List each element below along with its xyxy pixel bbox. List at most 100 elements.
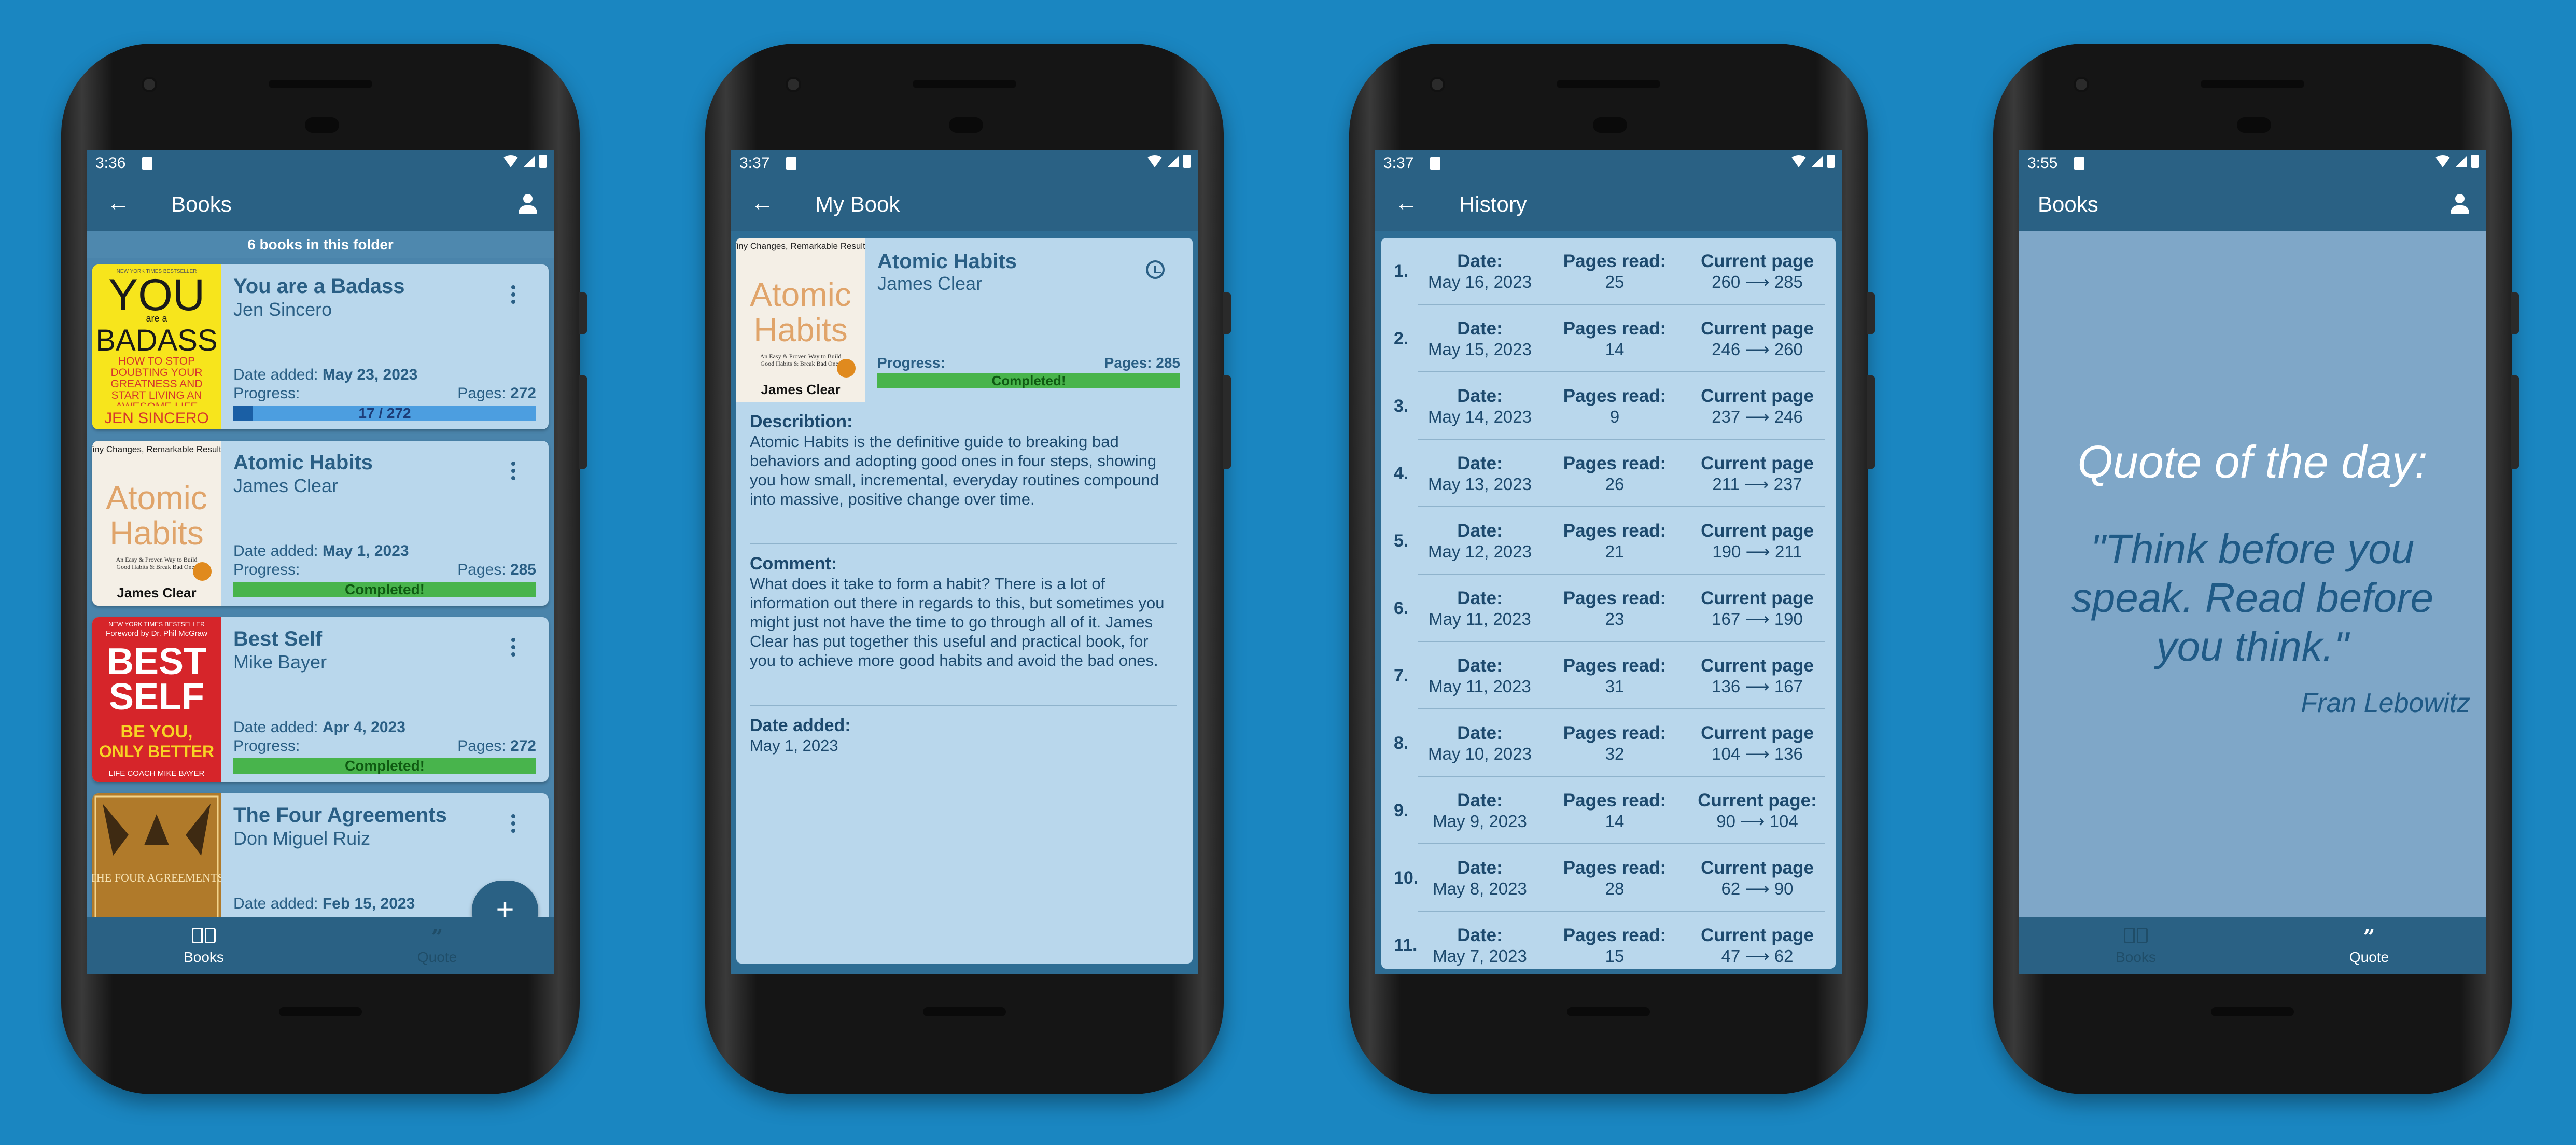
current-page-column: Current page 104 ⟶ 136 — [1687, 723, 1827, 764]
current-page-value: 211 ⟶ 237 — [1712, 474, 1802, 494]
phone-quote: 3:55 Books Quote of the day: "Think befo… — [1993, 44, 2519, 1094]
cover-top: NEW YORK TIMES BESTSELLER — [108, 621, 205, 628]
current-page-column: Current page 260 ⟶ 285 — [1687, 251, 1827, 292]
nav-quote[interactable]: ” Quote — [320, 926, 554, 966]
cover-tagline-1: BE YOU, — [120, 722, 192, 742]
cover-title-2: are a — [146, 313, 167, 324]
date-column: Date: May 9, 2023 — [1418, 790, 1542, 832]
progress-bar: Completed! — [233, 758, 536, 774]
account-icon[interactable] — [517, 194, 538, 215]
pages-value: 21 — [1605, 542, 1625, 561]
current-page-value: 260 ⟶ 285 — [1712, 272, 1803, 291]
current-page-column: Current page: 90 ⟶ 104 — [1687, 790, 1827, 832]
current-page-header: Current page: — [1698, 790, 1817, 811]
date-header: Date: — [1457, 858, 1503, 878]
progress-label: Progress: — [233, 737, 300, 755]
book-detail-card: Tiny Changes, Remarkable Results Atomic … — [736, 238, 1193, 964]
row-index: 7. — [1394, 666, 1409, 686]
nav-quote[interactable]: ” Quote — [2252, 926, 2486, 966]
nav-books[interactable]: Books — [87, 926, 320, 966]
bottom-speaker — [2211, 1007, 2294, 1016]
book-cover: Tiny Changes, Remarkable Results Atomic … — [92, 441, 221, 606]
bottom-speaker — [279, 1007, 362, 1016]
volume-button — [2511, 375, 2519, 469]
pages-count: Pages: 272 — [457, 385, 536, 402]
book-list: NEW YORK TIMES BESTSELLER YOU are a BADA… — [87, 258, 554, 958]
app-bar: ← My Book — [731, 176, 1198, 231]
quote-heading: Quote of the day: — [2077, 436, 2428, 487]
date-column: Date: May 14, 2023 — [1418, 386, 1542, 427]
page-title: Books — [2038, 192, 2098, 216]
nav-books[interactable]: Books — [2019, 926, 2252, 966]
history-icon[interactable] — [1146, 260, 1165, 279]
cover-tagline-2: ONLY BETTER — [99, 742, 214, 761]
back-arrow-icon[interactable]: ← — [1395, 192, 1418, 215]
book-card[interactable]: NEW YORK TIMES BESTSELLER YOU are a BADA… — [92, 264, 549, 429]
cover-title-2: Habits — [109, 514, 203, 552]
row-index: 5. — [1394, 531, 1409, 551]
date-value: May 13, 2023 — [1428, 474, 1532, 494]
sensor — [949, 117, 983, 133]
back-arrow-icon[interactable]: ← — [751, 192, 774, 215]
current-page-value: 246 ⟶ 260 — [1712, 340, 1803, 359]
book-icon — [2019, 926, 2252, 949]
cover-author: JEN SINCERO — [104, 410, 209, 427]
row-index: 3. — [1394, 396, 1409, 416]
power-button — [1223, 292, 1231, 334]
phone-books: 3:36 ← Books 6 books in this folder NEW … — [61, 44, 587, 1094]
more-vert-icon[interactable] — [511, 814, 515, 836]
book-card[interactable]: NEW YORK TIMES BESTSELLER Foreword by Dr… — [92, 617, 549, 782]
pages-column: Pages read: 14 — [1552, 318, 1677, 360]
pages-column: Pages read: 15 — [1552, 925, 1677, 967]
date-header: Date: — [1457, 655, 1503, 676]
comment-label: Comment: — [750, 554, 837, 574]
pages-count: Pages: 272 — [457, 737, 536, 755]
cover-subtitle: An Easy & Proven Way to Build Good Habit… — [760, 353, 842, 367]
more-vert-icon[interactable] — [511, 638, 515, 660]
date-header: Date: — [1457, 386, 1503, 406]
volume-button — [1223, 375, 1231, 469]
cover-title-2: SELF — [109, 676, 204, 718]
more-vert-icon[interactable] — [511, 462, 515, 483]
description-label: Describtion: — [750, 412, 853, 431]
signal-icon — [2456, 156, 2467, 167]
front-camera — [1430, 77, 1445, 92]
pages-column: Pages read: 32 — [1552, 723, 1677, 764]
wifi-icon — [502, 155, 520, 167]
current-page-value: 237 ⟶ 246 — [1712, 407, 1803, 426]
divider — [750, 705, 1177, 706]
book-author: Mike Bayer — [233, 651, 327, 673]
book-title: Atomic Habits — [233, 451, 373, 474]
history-row: 1. Date: May 16, 2023 Pages read: 25 Current … — [1381, 238, 1836, 305]
pages-value: 32 — [1605, 744, 1625, 763]
current-page-value: 62 ⟶ 90 — [1721, 879, 1794, 898]
power-button — [579, 292, 587, 334]
pages-column: Pages read: 23 — [1552, 588, 1677, 630]
nav-label: Quote — [417, 949, 457, 965]
more-vert-icon[interactable] — [511, 285, 515, 307]
comment-section: Comment: What does it take to form a hab… — [750, 554, 1177, 670]
signal-icon — [524, 156, 535, 167]
history-row: 5. Date: May 12, 2023 Pages read: 21 Current … — [1381, 507, 1836, 575]
pages-header: Pages read: — [1563, 655, 1667, 676]
folder-count: 6 books in this folder — [87, 231, 554, 258]
progress-bar: 17 / 272 — [233, 406, 536, 421]
volume-button — [1867, 375, 1875, 469]
book-cover: Tiny Changes, Remarkable Results Atomic … — [736, 238, 865, 402]
date-value: May 10, 2023 — [1428, 744, 1532, 763]
earpiece — [2201, 80, 2304, 88]
row-index: 1. — [1394, 261, 1409, 281]
battery-icon — [2471, 155, 2479, 168]
back-arrow-icon[interactable]: ← — [107, 192, 130, 215]
current-page-header: Current page — [1701, 251, 1814, 271]
comment-text: What does it take to form a habit? There… — [750, 575, 1165, 669]
app-bar: ← Books — [87, 176, 554, 231]
book-card[interactable]: Tiny Changes, Remarkable Results Atomic … — [92, 441, 549, 606]
date-column: Date: May 16, 2023 — [1418, 251, 1542, 292]
status-time: 3:37 — [1383, 155, 1414, 172]
quote-icon: ” — [2363, 925, 2375, 949]
page-title: My Book — [815, 192, 900, 216]
account-icon[interactable] — [2449, 194, 2470, 215]
power-button — [1867, 292, 1875, 334]
date-added: Date added: Feb 15, 2023 — [233, 895, 415, 912]
